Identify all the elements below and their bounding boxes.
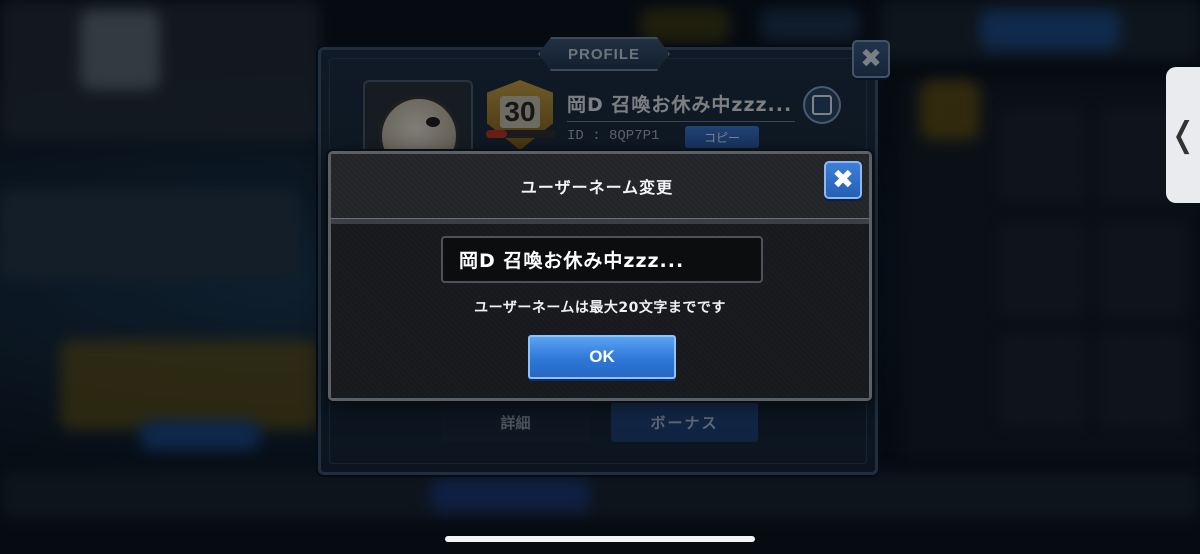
dialog-title: ユーザーネーム変更 [520, 178, 674, 197]
dialog-close-button[interactable]: ✖ [824, 161, 862, 199]
ok-button[interactable]: OK [528, 335, 676, 379]
dialog-header: ユーザーネーム変更 [331, 154, 869, 218]
close-icon: ✖ [832, 165, 854, 195]
home-indicator[interactable] [445, 536, 755, 542]
dialog-body: ユーザーネームは最大20文字までです OK [331, 224, 869, 398]
username-length-hint: ユーザーネームは最大20文字までです [474, 300, 726, 316]
chevron-left-icon: ❬ [1168, 115, 1198, 155]
username-change-dialog: ユーザーネーム変更 ✖ ユーザーネームは最大20文字までです OK [328, 151, 872, 401]
username-input[interactable] [441, 236, 763, 283]
side-panel-handle[interactable]: ❬ [1166, 67, 1200, 203]
